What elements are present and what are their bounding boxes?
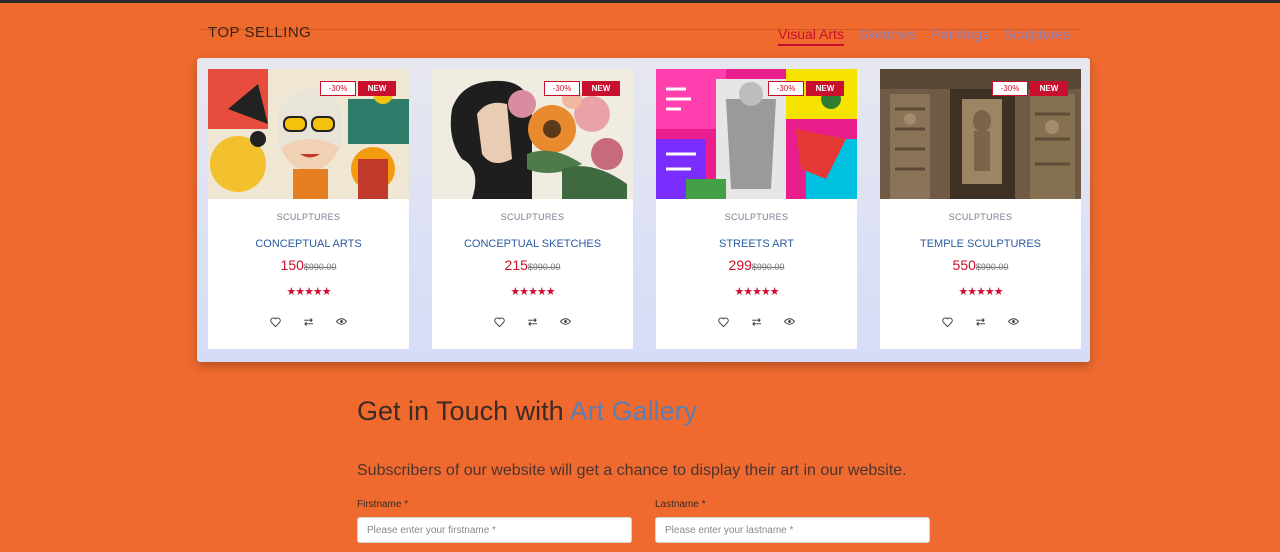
compare-icon[interactable] <box>749 314 764 329</box>
top-bar <box>0 0 1280 3</box>
old-price: $990.00 <box>975 262 1009 272</box>
product-image[interactable]: -30% NEW <box>432 69 633 199</box>
contact-heading: Get in Touch with Art Gallery <box>357 396 697 427</box>
eye-icon[interactable] <box>782 314 797 329</box>
new-badge: NEW <box>806 81 844 96</box>
rating-stars: ★★★★★ <box>510 286 555 298</box>
current-price: 299 <box>728 257 752 273</box>
old-price: $990.00 <box>527 262 561 272</box>
rating-stars: ★★★★★ <box>734 286 779 298</box>
product-category: SCULPTURES <box>948 212 1013 222</box>
product-price: 215$990.00 <box>432 257 633 275</box>
tab-sketches[interactable]: Sketches <box>859 26 917 46</box>
tab-visual-arts[interactable]: Visual Arts <box>778 26 844 46</box>
product-price: 150$990.00 <box>208 257 409 275</box>
rating-stars: ★★★★★ <box>958 286 1003 298</box>
compare-icon[interactable] <box>973 314 988 329</box>
product-actions <box>880 314 1081 329</box>
product-image[interactable]: -30% NEW <box>656 69 857 199</box>
eye-icon[interactable] <box>558 314 573 329</box>
product-card[interactable]: -30% NEW SCULPTURES STREETS ART 299$990.… <box>656 69 857 349</box>
new-badge: NEW <box>358 81 396 96</box>
current-price: 550 <box>952 257 976 273</box>
product-actions <box>208 314 409 329</box>
heart-icon[interactable] <box>492 314 507 329</box>
firstname-field[interactable] <box>357 517 632 543</box>
current-price: 215 <box>504 257 528 273</box>
compare-icon[interactable] <box>525 314 540 329</box>
product-actions <box>656 314 857 329</box>
discount-badge: -30% <box>768 81 804 96</box>
old-price: $990.00 <box>303 262 337 272</box>
tab-sculptures[interactable]: Sculptures <box>1004 26 1070 46</box>
rating-stars: ★★★★★ <box>286 286 331 298</box>
heart-icon[interactable] <box>716 314 731 329</box>
contact-heading-main: Get in Touch with <box>357 396 570 426</box>
eye-icon[interactable] <box>334 314 349 329</box>
compare-icon[interactable] <box>301 314 316 329</box>
product-category: SCULPTURES <box>724 212 789 222</box>
lastname-field[interactable] <box>655 517 930 543</box>
discount-badge: -30% <box>544 81 580 96</box>
product-price: 299$990.00 <box>656 257 857 275</box>
product-card[interactable]: -30% NEW SCULPTURES TEMPLE SCULPTURES 55… <box>880 69 1081 349</box>
tab-paintings[interactable]: Paintings <box>931 26 989 46</box>
current-price: 150 <box>280 257 304 273</box>
product-image[interactable]: -30% NEW <box>880 69 1081 199</box>
eye-icon[interactable] <box>1006 314 1021 329</box>
lastname-label: Lastname * <box>655 499 706 510</box>
product-name[interactable]: CONCEPTUAL ARTS <box>208 238 409 250</box>
product-actions <box>432 314 633 329</box>
product-name[interactable]: STREETS ART <box>656 238 857 250</box>
old-price: $990.00 <box>751 262 785 272</box>
product-image[interactable]: -30% NEW <box>208 69 409 199</box>
contact-subtitle: Subscribers of our website will get a ch… <box>357 462 907 479</box>
discount-badge: -30% <box>320 81 356 96</box>
product-card[interactable]: -30% NEW SCULPTURES CONCEPTUAL SKETCHES … <box>432 69 633 349</box>
firstname-label: Firstname * <box>357 499 409 510</box>
product-name[interactable]: CONCEPTUAL SKETCHES <box>432 238 633 250</box>
products-panel: -30% NEW SCULPTURES CONCEPTUAL ARTS 150$… <box>197 58 1090 362</box>
product-category: SCULPTURES <box>276 212 341 222</box>
product-card[interactable]: -30% NEW SCULPTURES CONCEPTUAL ARTS 150$… <box>208 69 409 349</box>
product-name[interactable]: TEMPLE SCULPTURES <box>880 238 1081 250</box>
product-category: SCULPTURES <box>500 212 565 222</box>
heart-icon[interactable] <box>268 314 283 329</box>
product-price: 550$990.00 <box>880 257 1081 275</box>
discount-badge: -30% <box>992 81 1028 96</box>
new-badge: NEW <box>582 81 620 96</box>
heart-icon[interactable] <box>940 314 955 329</box>
new-badge: NEW <box>1030 81 1068 96</box>
section-title: TOP SELLING <box>208 24 312 41</box>
category-tabs: Visual Arts Sketches Paintings Sculpture… <box>778 26 1070 46</box>
contact-heading-accent: Art Gallery <box>569 396 698 426</box>
